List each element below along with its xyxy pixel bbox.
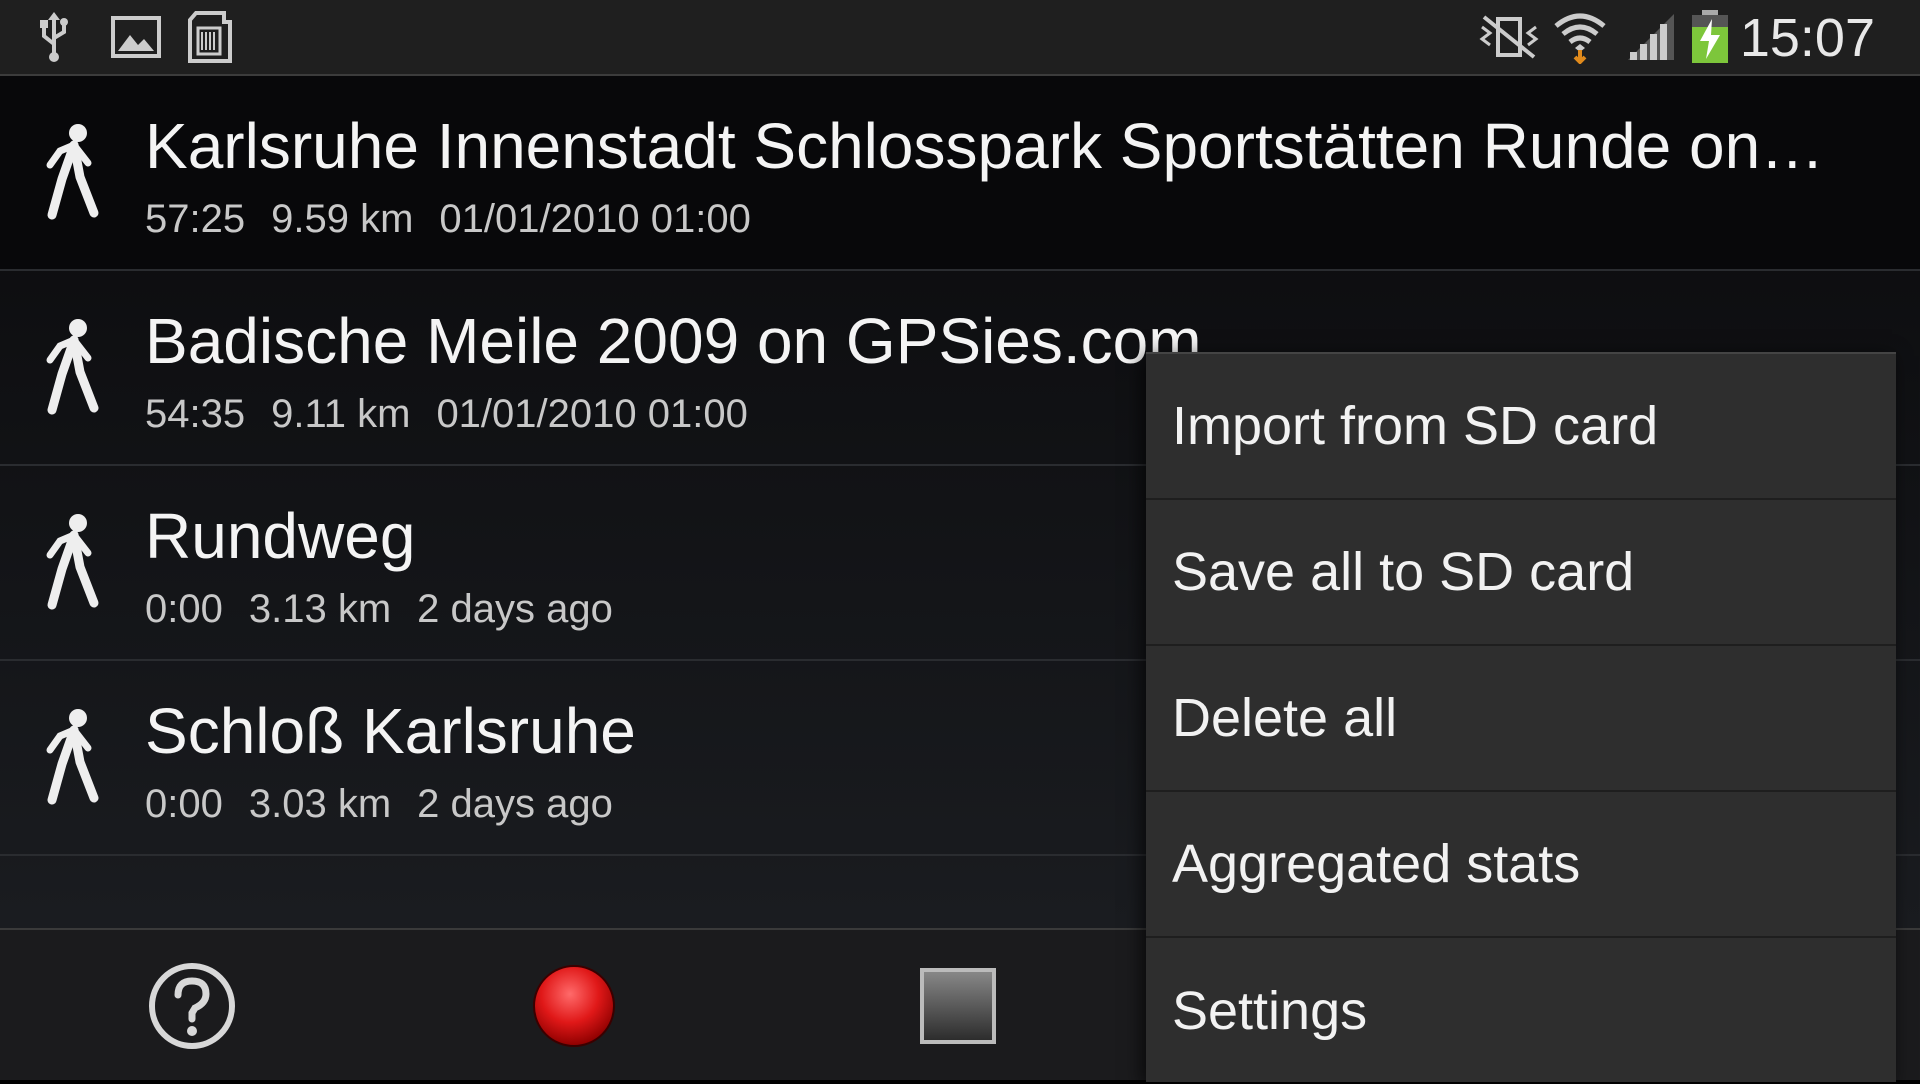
track-distance: 9.11 km: [271, 392, 411, 436]
mute-vibrate-icon: [1478, 10, 1540, 64]
track-duration: 57:25: [145, 197, 246, 241]
menu-item-save-all-to-sd-card[interactable]: Save all to SD card: [1146, 500, 1896, 646]
menu-item-delete-all[interactable]: Delete all: [1146, 646, 1896, 792]
walk-icon: [46, 709, 99, 805]
menu-item-settings[interactable]: Settings: [1146, 938, 1896, 1084]
track-date: 2 days ago: [417, 587, 613, 631]
track-date: 01/01/2010 01:00: [436, 392, 748, 436]
track-distance: 3.03 km: [248, 782, 392, 826]
status-bar: 15:07: [0, 0, 1920, 76]
wifi-icon: [1552, 10, 1608, 64]
track-distance: 9.59 km: [271, 197, 414, 241]
track-duration: 0:00: [145, 587, 223, 631]
track-date: 01/01/2010 01:00: [439, 197, 751, 241]
menu-item-import-from-sd-card[interactable]: Import from SD card: [1146, 354, 1896, 500]
usb-icon: [36, 10, 72, 64]
sd-card-icon: [186, 10, 234, 64]
stop-button[interactable]: [912, 960, 1004, 1052]
record-button[interactable]: [528, 960, 620, 1052]
help-button[interactable]: [146, 960, 238, 1052]
walk-icon: [46, 514, 99, 610]
image-icon: [110, 10, 162, 64]
signal-icon: [1626, 10, 1676, 64]
track-date: 2 days ago: [417, 782, 613, 826]
track-details: 57:25 9.59 km 01/01/2010 01:00: [145, 191, 777, 247]
battery-charging-icon: [1690, 10, 1730, 64]
track-details: 54:35 9.11 km 01/01/2010 01:00: [145, 386, 774, 442]
track-details: 0:00 3.03 km 2 days ago: [145, 776, 639, 832]
stop-icon: [920, 968, 996, 1044]
clock: 15:07: [1739, 8, 1875, 68]
walk-icon: [46, 319, 99, 415]
track-distance: 3.13 km: [248, 587, 392, 631]
overflow-menu: Import from SD card Save all to SD card …: [1146, 352, 1896, 1082]
track-duration: 0:00: [145, 782, 223, 826]
track-title: Karlsruhe Innenstadt Schlosspark Sportst…: [145, 110, 1825, 182]
help-icon: [149, 963, 235, 1049]
track-duration: 54:35: [145, 392, 246, 436]
record-icon: [533, 965, 615, 1047]
track-details: 0:00 3.13 km 2 days ago: [145, 581, 639, 637]
menu-item-aggregated-stats[interactable]: Aggregated stats: [1146, 792, 1896, 938]
track-row[interactable]: Karlsruhe Innenstadt Schlosspark Sportst…: [0, 76, 1920, 271]
walk-icon: [46, 124, 99, 220]
